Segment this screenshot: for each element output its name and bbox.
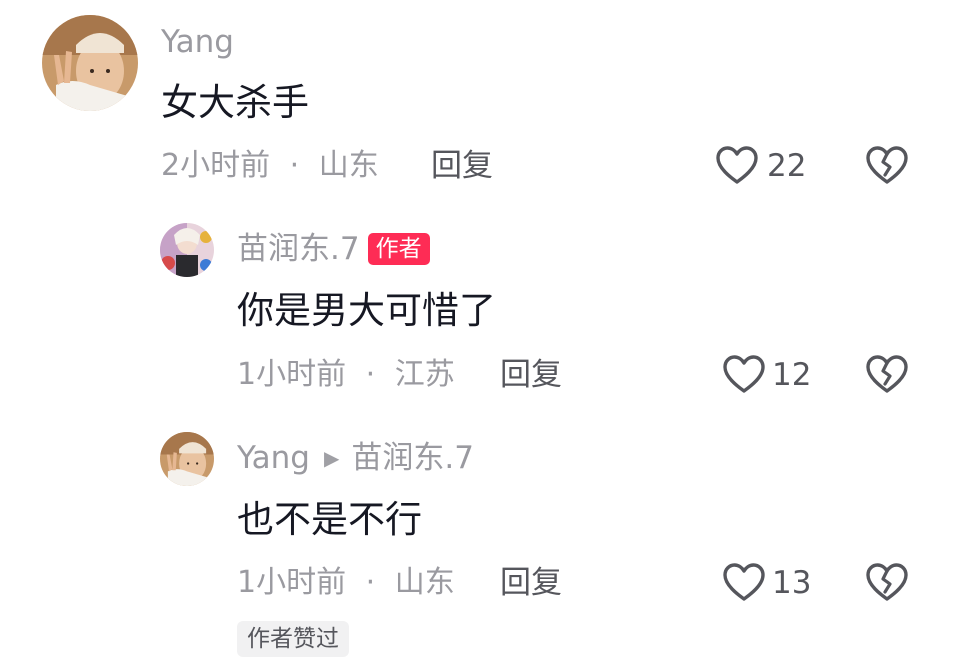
comment-time: 2小时前	[161, 148, 271, 183]
broken-heart-icon	[865, 145, 909, 185]
meta-separator: ·	[289, 148, 300, 183]
avatar-image	[42, 15, 138, 111]
like-button[interactable]	[722, 562, 766, 602]
reply-time: 1小时前	[237, 565, 347, 600]
reply-username[interactable]: 苗润东.7	[237, 229, 360, 269]
reply-location: 山东	[394, 565, 455, 600]
triangle-right-icon: ▶	[324, 446, 340, 470]
reply-button[interactable]: 回复	[431, 146, 493, 186]
like-button[interactable]	[715, 145, 759, 185]
comment-location: 山东	[318, 148, 379, 183]
like-count: 12	[772, 357, 812, 393]
dislike-button[interactable]	[865, 354, 909, 394]
reply-username[interactable]: Yang	[237, 438, 310, 478]
like-count: 13	[772, 565, 812, 601]
reply-header: Yang ▶ 苗润东.7	[237, 438, 474, 478]
like-count: 22	[767, 148, 807, 184]
reply-meta: 1小时前 · 山东	[237, 563, 455, 603]
heart-outline-icon	[722, 562, 766, 602]
reply-content: 你是男大可惜了	[237, 289, 496, 332]
broken-heart-icon	[865, 354, 909, 394]
author-liked-badge: 作者赞过	[237, 621, 349, 657]
meta-separator: ·	[365, 565, 376, 600]
comment-username[interactable]: Yang	[161, 22, 234, 62]
meta-separator: ·	[365, 357, 376, 392]
avatar-image	[160, 223, 214, 277]
comment-content: 女大杀手	[161, 81, 309, 124]
avatar-image	[160, 432, 214, 486]
reply-header: 苗润东.7 作者	[237, 229, 430, 269]
reply-button[interactable]: 回复	[500, 563, 562, 603]
like-button[interactable]	[722, 354, 766, 394]
reply-to-username[interactable]: 苗润东.7	[351, 438, 474, 478]
reply-button[interactable]: 回复	[500, 355, 562, 395]
author-badge: 作者	[367, 233, 430, 265]
dislike-button[interactable]	[865, 562, 909, 602]
avatar[interactable]	[160, 432, 214, 486]
dislike-button[interactable]	[865, 145, 909, 185]
reply-meta: 1小时前 · 江苏	[237, 355, 455, 395]
comment-meta: 2小时前 · 山东	[161, 146, 379, 186]
heart-outline-icon	[722, 354, 766, 394]
avatar[interactable]	[42, 15, 138, 111]
heart-outline-icon	[715, 145, 759, 185]
avatar[interactable]	[160, 223, 214, 277]
broken-heart-icon	[865, 562, 909, 602]
reply-time: 1小时前	[237, 357, 347, 392]
reply-content: 也不是不行	[237, 498, 422, 541]
reply-location: 江苏	[394, 357, 455, 392]
